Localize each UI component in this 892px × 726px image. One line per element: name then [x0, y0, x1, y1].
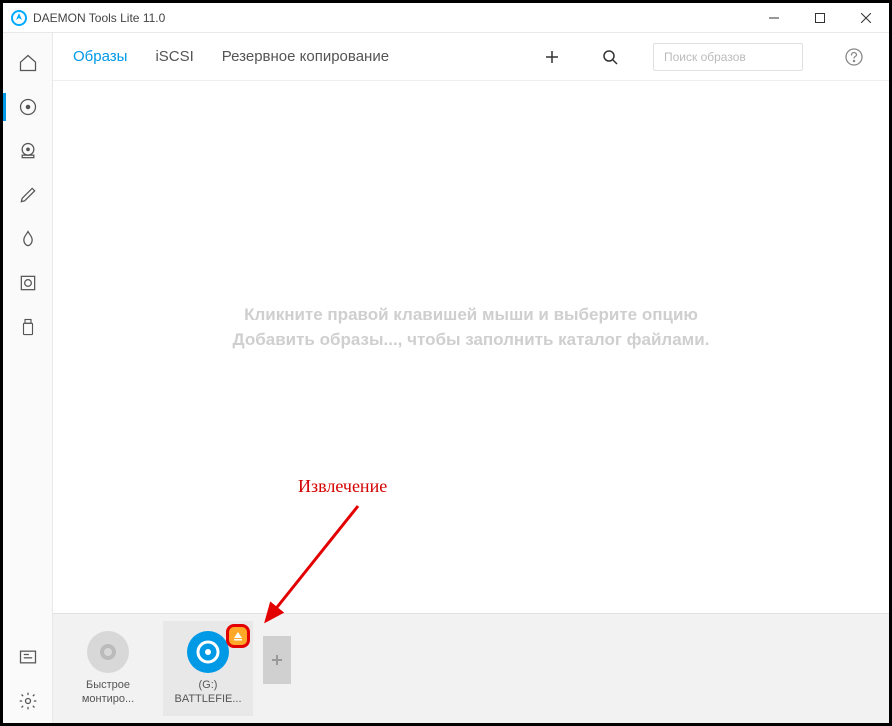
search-input[interactable]: [653, 43, 803, 71]
quick-mount-label-1: Быстрое: [86, 679, 130, 692]
titlebar: DAEMON Tools Lite 11.0: [3, 3, 889, 33]
eject-icon: [232, 630, 244, 642]
tab-images[interactable]: Образы: [73, 48, 127, 65]
app-logo-icon: [11, 10, 27, 26]
sidebar-usb[interactable]: [3, 305, 53, 349]
sidebar-catch[interactable]: [3, 261, 53, 305]
quick-mount-tile[interactable]: Быстрое монтиро...: [63, 621, 153, 716]
add-button[interactable]: [537, 42, 567, 72]
annotation-label: Извлечение: [298, 476, 387, 497]
tabs-row: Образы iSCSI Резервное копирование: [53, 33, 889, 81]
disc-blue-icon: [187, 631, 229, 673]
content-area: Образы iSCSI Резервное копирование Кликн…: [53, 33, 889, 723]
sidebar-images[interactable]: [3, 85, 53, 129]
window-controls: [751, 3, 889, 33]
tab-backup[interactable]: Резервное копирование: [222, 48, 389, 65]
tab-iscsi[interactable]: iSCSI: [155, 48, 193, 65]
drive-name-label: BATTLEFIE...: [174, 693, 241, 706]
close-button[interactable]: [843, 3, 889, 33]
add-drive-button[interactable]: [263, 636, 291, 684]
search-button[interactable]: [595, 42, 625, 72]
disc-grey-icon: [87, 631, 129, 673]
mounted-drive-tile[interactable]: (G:) BATTLEFIE...: [163, 621, 253, 716]
window-title: DAEMON Tools Lite 11.0: [33, 11, 751, 25]
annotation-arrow-icon: [248, 501, 368, 631]
drive-letter-label: (G:): [199, 679, 218, 692]
eject-button[interactable]: [226, 624, 250, 648]
quick-mount-label-2: монтиро...: [82, 693, 134, 706]
help-button[interactable]: [839, 42, 869, 72]
sidebar-drives[interactable]: [3, 129, 53, 173]
sidebar-home[interactable]: [3, 41, 53, 85]
sidebar-settings[interactable]: [3, 679, 53, 723]
sidebar-burn[interactable]: [3, 217, 53, 261]
empty-placeholder: Кликните правой клавишей мыши и выберите…: [211, 302, 731, 353]
sidebar-news[interactable]: [3, 635, 53, 679]
minimize-button[interactable]: [751, 3, 797, 33]
sidebar: [3, 33, 53, 723]
drives-bar: Быстрое монтиро... (G:) BATTLEFIE...: [53, 613, 889, 723]
catalog-area[interactable]: Кликните правой клавишей мыши и выберите…: [53, 81, 889, 613]
sidebar-edit[interactable]: [3, 173, 53, 217]
maximize-button[interactable]: [797, 3, 843, 33]
